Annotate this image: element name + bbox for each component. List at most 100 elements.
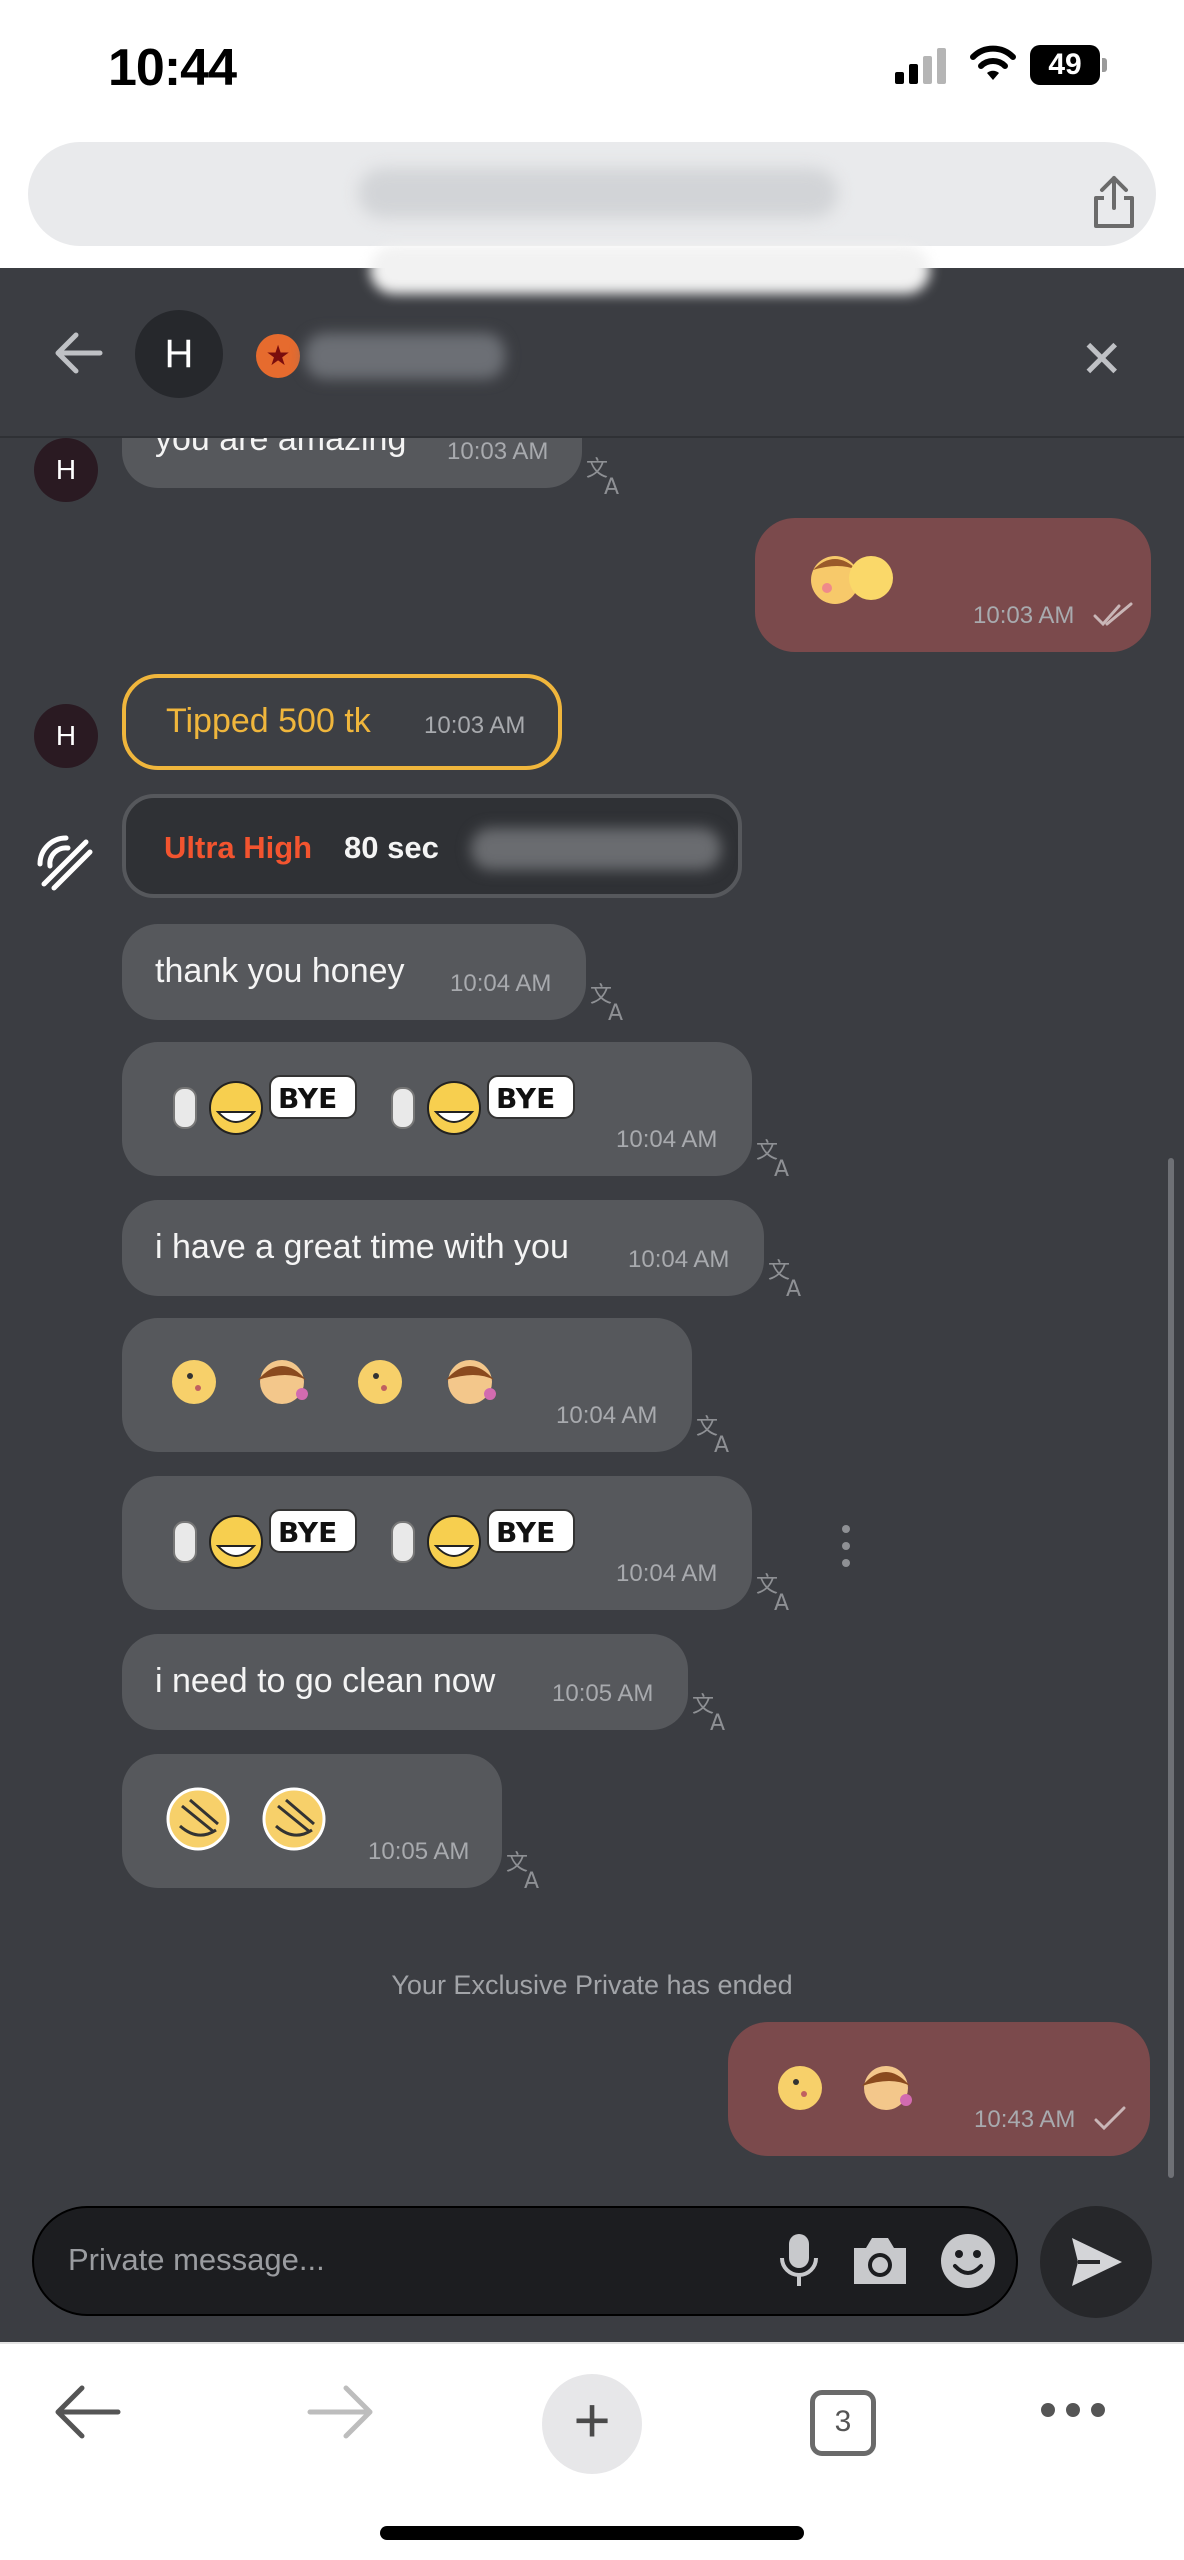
message-time: 10:04 AM [628, 1246, 730, 1273]
message-bubble[interactable]: i need to go clean now 10:05 AM [122, 1634, 688, 1730]
back-arrow-icon[interactable] [52, 330, 104, 376]
tired-emoji-icon [166, 1787, 326, 1851]
more-icon[interactable] [1040, 2402, 1106, 2418]
message-time: 10:05 AM [368, 1838, 470, 1865]
message-bubble[interactable]: i have a great time with you 10:04 AM [122, 1200, 764, 1296]
ultra-call-icon [37, 835, 93, 891]
blurred-overlay [370, 246, 930, 294]
blurred-text [471, 828, 721, 870]
signal-icon [895, 48, 946, 84]
battery-nub [1102, 58, 1107, 72]
battery-icon: 49 [1030, 45, 1107, 85]
svg-text:BYE: BYE [496, 1082, 555, 1115]
kiss-emoji-icon [811, 556, 893, 604]
message-time: 10:03 AM [424, 712, 526, 739]
emoji-bubble[interactable]: BYE BYE 10:04 AM [122, 1042, 752, 1176]
svg-text:BYE: BYE [278, 1516, 337, 1549]
star-badge-icon: ★ [256, 334, 300, 378]
private-show-card[interactable]: Ultra High 80 sec [122, 794, 742, 898]
smiley-icon[interactable] [939, 2232, 997, 2290]
tip-text: Tipped 500 tk [166, 702, 371, 740]
tip-message[interactable]: Tipped 500 tk 10:03 AM [122, 674, 562, 770]
camera-icon[interactable] [850, 2234, 910, 2288]
ultra-label: Ultra High [164, 830, 313, 865]
svg-text:A: A [714, 1433, 729, 1454]
status-time: 10:44 [108, 39, 237, 97]
svg-text:A: A [524, 1869, 539, 1890]
scrollbar[interactable] [1168, 1158, 1174, 2178]
new-tab-button[interactable]: + [542, 2374, 642, 2474]
translate-icon[interactable]: 文 A [766, 1254, 810, 1298]
system-message: Your Exclusive Private has ended [391, 1970, 793, 2000]
message-text: i need to go clean now [155, 1662, 496, 1700]
send-icon [1072, 2238, 1122, 2286]
message-time: 10:03 AM [973, 602, 1075, 629]
bye-emoji-icon: BYE [391, 1075, 575, 1135]
translate-icon[interactable]: 文 A [754, 1134, 798, 1178]
read-check-icon [1094, 2106, 1126, 2131]
battery-percent: 49 [1048, 48, 1082, 81]
bye-emoji-icon: BYE [173, 1075, 357, 1135]
status-bar: 10:44 49 [0, 0, 1184, 130]
translate-icon[interactable]: 文 A [754, 1568, 798, 1612]
tab-count: 3 [834, 2405, 852, 2438]
svg-text:A: A [774, 1591, 789, 1612]
message-text: i have a great time with you [155, 1228, 569, 1266]
emoji-bubble[interactable]: BYE BYE 10:04 AM [122, 1476, 752, 1610]
close-icon[interactable]: ✕ [1080, 334, 1124, 386]
svg-text:A: A [604, 475, 619, 496]
tabs-button[interactable]: 3 [810, 2390, 876, 2456]
translate-icon[interactable]: 文 A [504, 1846, 548, 1890]
message-text: thank you honey [155, 952, 405, 990]
translate-icon[interactable]: 文 A [690, 1688, 734, 1732]
message-time: 10:43 AM [974, 2106, 1076, 2133]
svg-text:A: A [710, 1711, 725, 1732]
message-input[interactable]: Private message... [32, 2206, 1018, 2316]
face-emoji-icon [172, 1360, 496, 1404]
emoji-bubble[interactable]: 10:05 AM [122, 1754, 502, 1888]
message-time: 10:04 AM [450, 970, 552, 997]
svg-text:A: A [774, 1157, 789, 1178]
message-time: 10:05 AM [552, 1680, 654, 1707]
outgoing-bubble[interactable]: 10:03 AM [755, 518, 1151, 652]
microphone-icon[interactable] [779, 2232, 819, 2290]
bye-emoji-icon: BYE [391, 1509, 575, 1569]
emoji-bubble[interactable]: 10:04 AM [122, 1318, 692, 1452]
share-icon[interactable] [1090, 174, 1138, 230]
message-placeholder: Private message... [68, 2242, 325, 2277]
message-time: 10:03 AM [447, 438, 549, 465]
message-bubble[interactable]: you are amazing 10:03 AM [122, 438, 582, 488]
outgoing-bubble[interactable]: 10:43 AM [728, 2022, 1150, 2156]
chat-header: H ★ ✕ [0, 246, 1184, 438]
svg-text:A: A [608, 1001, 623, 1022]
message-text: you are amazing [155, 438, 407, 458]
bye-emoji-icon: BYE [173, 1509, 357, 1569]
more-options-icon[interactable] [840, 1523, 852, 1569]
sender-avatar: H [34, 438, 98, 502]
plus-icon: + [573, 2384, 611, 2456]
svg-text:BYE: BYE [278, 1082, 337, 1115]
read-check-icon [1093, 602, 1133, 627]
message-time: 10:04 AM [616, 1126, 718, 1153]
face-emoji-icon [778, 2066, 912, 2110]
sender-avatar: H [34, 704, 98, 768]
translate-icon[interactable]: 文 A [588, 978, 632, 1022]
browser-forward-icon[interactable] [306, 2382, 376, 2442]
translate-icon[interactable]: 文 A [584, 452, 628, 496]
svg-text:BYE: BYE [496, 1516, 555, 1549]
message-time: 10:04 AM [556, 1402, 658, 1429]
chat-messages: H you are amazing 10:03 AM 文 A 10:03 AM … [0, 438, 1184, 2188]
ultra-duration: 80 sec [344, 830, 439, 865]
url-bar[interactable] [28, 142, 1156, 246]
svg-text:A: A [786, 1277, 801, 1298]
message-bubble[interactable]: thank you honey 10:04 AM [122, 924, 586, 1020]
avatar[interactable]: H [135, 310, 223, 398]
message-time: 10:04 AM [616, 1560, 718, 1587]
send-button[interactable] [1040, 2206, 1152, 2318]
browser-toolbar: + 3 [0, 2342, 1184, 2560]
blurred-url [358, 168, 838, 218]
translate-icon[interactable]: 文 A [694, 1410, 738, 1454]
wifi-icon [970, 45, 1016, 80]
browser-back-icon[interactable] [52, 2382, 122, 2442]
home-indicator [380, 2526, 804, 2540]
